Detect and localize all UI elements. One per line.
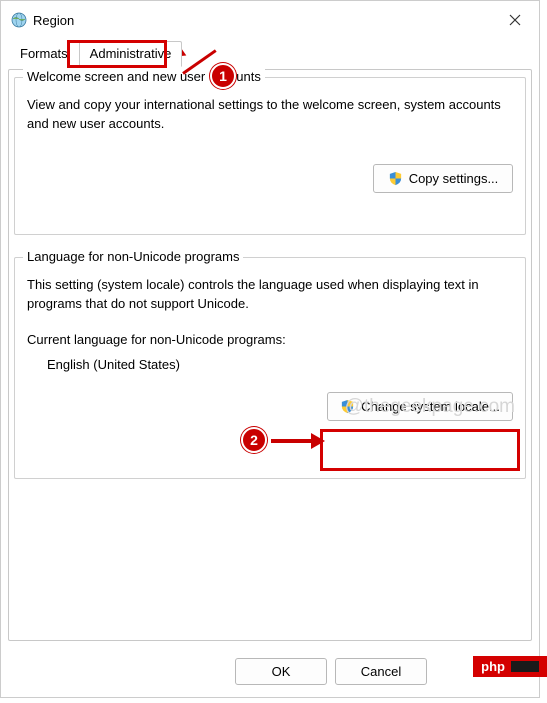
change-system-locale-button[interactable]: Change system locale...: [327, 392, 513, 421]
welcome-group-title: Welcome screen and new user accounts: [23, 69, 265, 84]
annotation-arrow-2-head: [311, 433, 325, 449]
locale-group-title: Language for non-Unicode programs: [23, 249, 243, 264]
php-overlay-tag: php: [473, 656, 547, 677]
php-overlay-label: php: [481, 659, 505, 674]
titlebar: Region: [1, 1, 539, 37]
overlay-dark-block: [511, 661, 539, 672]
change-locale-label: Change system locale...: [361, 399, 500, 414]
globe-icon: [11, 12, 27, 28]
welcome-groupbox: Welcome screen and new user accounts Vie…: [14, 77, 526, 235]
shield-icon: [340, 399, 355, 414]
welcome-group-description: View and copy your international setting…: [27, 96, 513, 134]
copy-settings-button[interactable]: Copy settings...: [373, 164, 513, 193]
close-button[interactable]: [501, 8, 529, 32]
tab-strip: Formats Administrative: [1, 41, 539, 67]
tab-formats[interactable]: Formats: [9, 41, 79, 67]
cancel-button[interactable]: Cancel: [335, 658, 427, 685]
annotation-arrow-2-line: [271, 439, 313, 443]
region-dialog: Region Formats Administrative Welcome sc…: [0, 0, 540, 698]
window-title: Region: [33, 13, 74, 28]
tab-administrative[interactable]: Administrative: [79, 41, 183, 67]
locale-groupbox: Language for non-Unicode programs This s…: [14, 257, 526, 479]
locale-group-description: This setting (system locale) controls th…: [27, 276, 513, 314]
shield-icon: [388, 171, 403, 186]
current-locale-label: Current language for non-Unicode program…: [27, 332, 513, 347]
copy-settings-label: Copy settings...: [409, 171, 499, 186]
ok-button[interactable]: OK: [235, 658, 327, 685]
tab-content: Welcome screen and new user accounts Vie…: [14, 77, 526, 637]
current-locale-value: English (United States): [47, 357, 513, 372]
annotation-highlight-change-locale: [320, 429, 520, 471]
